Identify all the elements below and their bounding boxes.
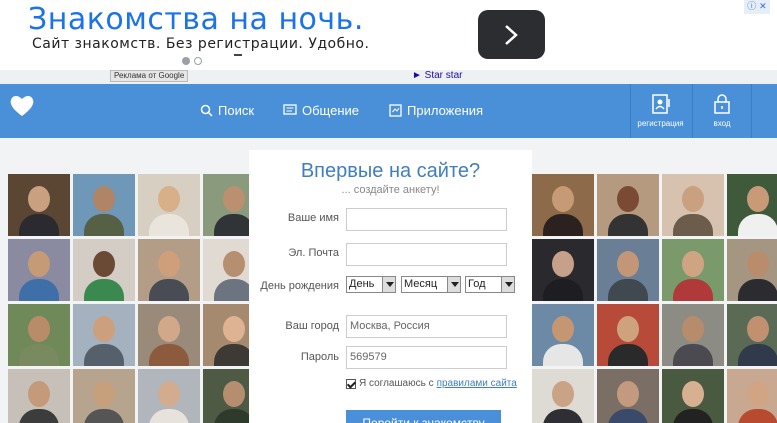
profile-photo[interactable] bbox=[8, 174, 70, 236]
profile-photo[interactable] bbox=[138, 304, 200, 366]
carousel-dot-active[interactable] bbox=[182, 57, 190, 65]
apps-icon bbox=[389, 104, 402, 117]
chevron-down-icon bbox=[382, 277, 395, 292]
page: Знакомства на ночь. Сайт знакомств. Без … bbox=[0, 0, 777, 423]
submit-button[interactable]: Перейти к знакомству bbox=[346, 410, 501, 423]
profile-photo[interactable] bbox=[597, 304, 659, 366]
city-label: Ваш город bbox=[285, 320, 339, 332]
login-label: вход bbox=[713, 119, 731, 128]
chat-icon bbox=[283, 104, 297, 115]
ad-next-button[interactable] bbox=[478, 10, 545, 59]
password-input[interactable]: 569579 bbox=[346, 346, 507, 369]
ad-title[interactable]: Знакомства на ночь. bbox=[28, 2, 364, 37]
profile-photo[interactable] bbox=[662, 239, 724, 301]
search-icon bbox=[200, 104, 213, 117]
month-select-value: Месяц bbox=[404, 278, 438, 290]
profile-photo[interactable] bbox=[532, 174, 594, 236]
nav-search[interactable]: Поиск bbox=[200, 103, 254, 118]
profile-photo[interactable] bbox=[73, 174, 135, 236]
carousel-dot[interactable] bbox=[194, 57, 202, 65]
dob-label: День рождения bbox=[260, 280, 339, 292]
day-select-value: День bbox=[349, 278, 375, 290]
nav-apps[interactable]: Приложения bbox=[389, 103, 483, 118]
profile-photo[interactable] bbox=[662, 174, 724, 236]
name-label: Ваше имя bbox=[287, 212, 339, 224]
profile-photo[interactable] bbox=[138, 369, 200, 423]
name-input[interactable] bbox=[346, 208, 507, 231]
rules-link[interactable]: правилами сайта bbox=[437, 378, 517, 389]
city-input[interactable]: Москва, Россия bbox=[346, 315, 507, 338]
register-label: регистрация bbox=[637, 119, 684, 128]
profile-photo[interactable] bbox=[73, 369, 135, 423]
profile-photo[interactable] bbox=[727, 304, 777, 366]
profile-photo[interactable] bbox=[73, 239, 135, 301]
password-label: Пароль bbox=[300, 351, 339, 363]
profile-photo[interactable] bbox=[727, 174, 777, 236]
profile-photo[interactable] bbox=[8, 304, 70, 366]
ad-truncated-text bbox=[234, 54, 242, 58]
profile-photo[interactable] bbox=[532, 304, 594, 366]
profile-photo[interactable] bbox=[597, 174, 659, 236]
profile-photos-right bbox=[532, 174, 777, 423]
heart-icon[interactable] bbox=[9, 94, 35, 122]
month-select[interactable]: Месяц bbox=[401, 276, 461, 293]
profile-photo[interactable] bbox=[138, 239, 200, 301]
chevron-down-icon bbox=[447, 277, 460, 292]
profile-photo[interactable] bbox=[662, 304, 724, 366]
agree-text: Я соглашаюсь с bbox=[359, 378, 434, 389]
form-title: Впервые на сайте? bbox=[300, 160, 481, 182]
profile-photo[interactable] bbox=[138, 174, 200, 236]
top-navbar: Поиск Общение Приложения регистрация вхо… bbox=[0, 84, 777, 138]
star-star-link[interactable]: ► Star star bbox=[412, 70, 462, 81]
nav-apps-label: Приложения bbox=[407, 103, 484, 118]
form-subtitle: ... создайте анкету! bbox=[341, 184, 440, 196]
chevron-down-icon bbox=[501, 277, 514, 292]
profile-photo[interactable] bbox=[532, 369, 594, 423]
registration-form: Впервые на сайте? ... создайте анкету! В… bbox=[249, 150, 532, 423]
ad-subtitle[interactable]: Сайт знакомств. Без регистрации. Удобно. bbox=[32, 36, 369, 52]
profile-photo[interactable] bbox=[662, 369, 724, 423]
ads-by-google-label[interactable]: Реклама от Google bbox=[110, 70, 189, 82]
profile-photo[interactable] bbox=[597, 369, 659, 423]
profile-photos-left bbox=[8, 174, 265, 423]
register-button[interactable]: регистрация bbox=[630, 84, 690, 138]
lock-icon bbox=[714, 94, 730, 114]
login-button[interactable]: вход bbox=[692, 84, 752, 138]
day-select[interactable]: День bbox=[346, 276, 396, 293]
nav-chat-label: Общение bbox=[302, 103, 360, 118]
nav-chat[interactable]: Общение bbox=[283, 103, 359, 118]
agree-checkbox[interactable] bbox=[346, 378, 356, 389]
profile-photo[interactable] bbox=[8, 239, 70, 301]
nav-search-label: Поиск bbox=[218, 103, 255, 118]
year-select[interactable]: Год bbox=[465, 276, 515, 293]
profile-photo[interactable] bbox=[727, 369, 777, 423]
profile-photo[interactable] bbox=[727, 239, 777, 301]
profile-photo[interactable] bbox=[73, 304, 135, 366]
register-icon bbox=[651, 94, 670, 114]
agree-row: Я соглашаюсь с правилами сайта bbox=[346, 378, 517, 389]
ad-banner[interactable]: Знакомства на ночь. Сайт знакомств. Без … bbox=[8, 0, 770, 70]
chevron-right-icon bbox=[505, 25, 518, 45]
profile-photo[interactable] bbox=[532, 239, 594, 301]
email-label: Эл. Почта bbox=[288, 247, 339, 259]
profile-photo[interactable] bbox=[597, 239, 659, 301]
ad-choices-icon[interactable]: ⓘ ✕ bbox=[744, 0, 770, 14]
profile-photo[interactable] bbox=[8, 369, 70, 423]
year-select-value: Год bbox=[468, 278, 486, 290]
email-input[interactable] bbox=[346, 243, 507, 266]
